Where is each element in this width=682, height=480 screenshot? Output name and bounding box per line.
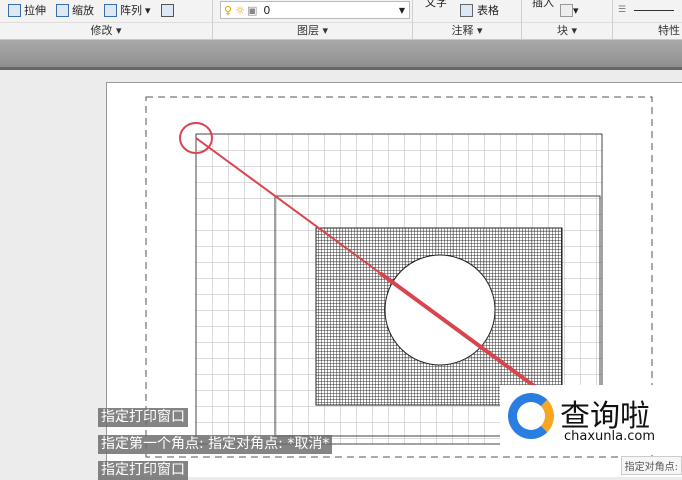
command-line-2: 指定第一个角点: 指定对角点: *取消* (98, 435, 333, 454)
command-line-3: 指定打印窗口 (98, 461, 188, 480)
command-line-1: 指定打印窗口 (98, 408, 188, 427)
logo-icon (508, 393, 554, 439)
logo-domain: chaxunla.com (564, 429, 655, 444)
watermark-logo: 查询啦 chaxunla.com (500, 385, 682, 455)
cursor-tooltip: 指定对角点: (620, 456, 682, 475)
circle-hole (384, 254, 496, 366)
